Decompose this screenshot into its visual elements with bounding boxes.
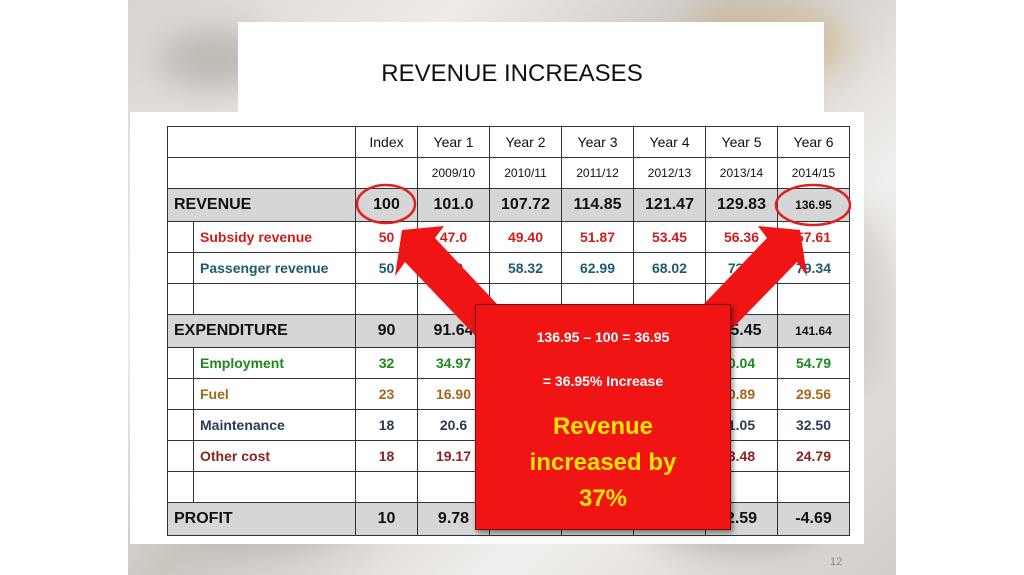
page-number: 12 — [830, 556, 843, 568]
revenue-callout: 136.95 – 100 = 36.95 = 36.95% Increase R… — [475, 304, 731, 530]
calculation-text: 136.95 – 100 = 36.95 — [536, 329, 670, 345]
percentage-text: = 36.95% Increase — [542, 373, 664, 389]
highlight-circle-year6 — [774, 183, 852, 227]
highlight-circle-index — [355, 183, 417, 225]
callout-headline: Revenue increased by 37% — [529, 413, 677, 512]
